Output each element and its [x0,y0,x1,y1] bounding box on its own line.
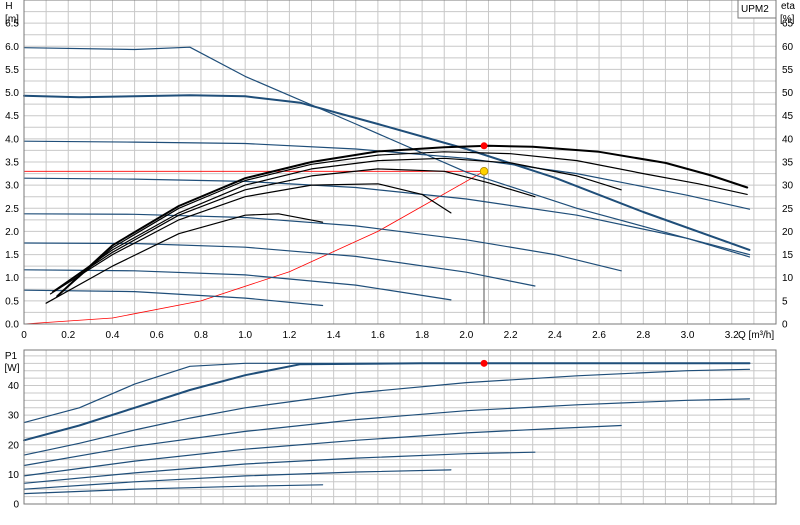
eta-tick-label: 45 [782,111,794,122]
power-tick-label: 20 [8,440,20,451]
head-curve [23,177,751,258]
head-tick-label: 0.5 [5,296,19,307]
eta-tick-label: 60 [782,42,794,53]
eta-axis-unit: [%] [780,14,795,25]
head-tick-label: 6.0 [5,42,19,53]
x-tick-label: 2.8 [636,330,650,341]
eta-tick-label: 55 [782,65,794,76]
eta-tick-label: 5 [782,296,788,307]
x-tick-label: 2.0 [459,330,473,341]
power-panel-ticks: 0 10 20 30 40 [8,381,20,510]
head-curve [23,242,536,287]
head-curve [23,289,324,307]
power-tick-label: 30 [8,411,20,422]
pump-curve-chart: 0 0.2 0.4 0.6 0.8 1.0 1.2 1.4 1.6 1.8 2.0 2.2 2.4 2.6… [0,0,800,520]
x-tick-label: 1.8 [415,330,429,341]
power-curve [23,368,751,456]
x-tick-label: 1.4 [327,330,341,341]
power-tick-label: 40 [8,381,20,392]
power-curve [23,451,536,484]
power-tick-label: 0 [13,500,19,511]
legend-label: UPM2 [741,4,769,15]
x-tick-label: 3.2 [725,330,739,341]
eta-axis-label: eta [781,1,795,12]
eta-tick-label: 20 [782,227,794,238]
x-tick-label: 0.6 [150,330,164,341]
x-tick-label: 1.0 [238,330,252,341]
head-tick-label: 0.0 [5,320,19,331]
head-tick-label: 2.5 [5,204,19,215]
power-panel-curves [23,359,751,495]
eta-tick-label: 50 [782,88,794,99]
chart-svg: 0 0.2 0.4 0.6 0.8 1.0 1.2 1.4 1.6 1.8 2.0 2.2 2.4 2.6… [5,0,795,511]
eta-max-point [480,142,488,150]
head-tick-label: 1.5 [5,250,19,261]
x-tick-label: 1.6 [371,330,385,341]
power-axis-unit: [W] [5,363,20,374]
head-tick-label: 4.0 [5,134,19,145]
head-tick-label: 4.5 [5,111,19,122]
duty-point [479,167,489,176]
head-tick-label: 3.0 [5,181,19,192]
power-tick-label: 10 [8,470,20,481]
x-tick-label: 1.2 [282,330,296,341]
power-curve [23,424,622,477]
power-panel-grid [23,350,777,505]
eta-tick-label: 40 [782,134,794,145]
eta-tick-label: 15 [782,250,794,261]
x-tick-label: 2.4 [548,330,562,341]
power-duty-point [480,359,488,367]
eta-curve [45,213,324,304]
flow-axis-label: Q [m³/h] [738,330,774,341]
x-tick-label: 0.8 [194,330,208,341]
head-curve [23,269,452,301]
x-tick-label: 2.6 [592,330,606,341]
head-tick-label: 5.0 [5,88,19,99]
head-axis-label: H [5,1,12,12]
eta-curve [52,168,536,293]
x-tick-label: 0.4 [106,330,120,341]
eta-tick-label: 0 [782,320,788,331]
x-tick-label: 2.2 [504,330,518,341]
eta-tick-label: 25 [782,204,794,215]
eta-tick-label: 10 [782,273,794,284]
head-tick-label: 2.0 [5,227,19,238]
eta-tick-label: 35 [782,158,794,169]
eta-tick-label: 30 [782,181,794,192]
x-tick-label: 0.2 [61,330,75,341]
x-tick-label: 0 [21,330,27,341]
head-tick-label: 5.5 [5,65,19,76]
head-axis-unit: [m] [5,14,19,25]
head-tick-label: 1.0 [5,273,19,284]
head-tick-label: 3.5 [5,158,19,169]
x-tick-label: 3.0 [681,330,695,341]
power-axis-label: P1 [5,351,18,362]
